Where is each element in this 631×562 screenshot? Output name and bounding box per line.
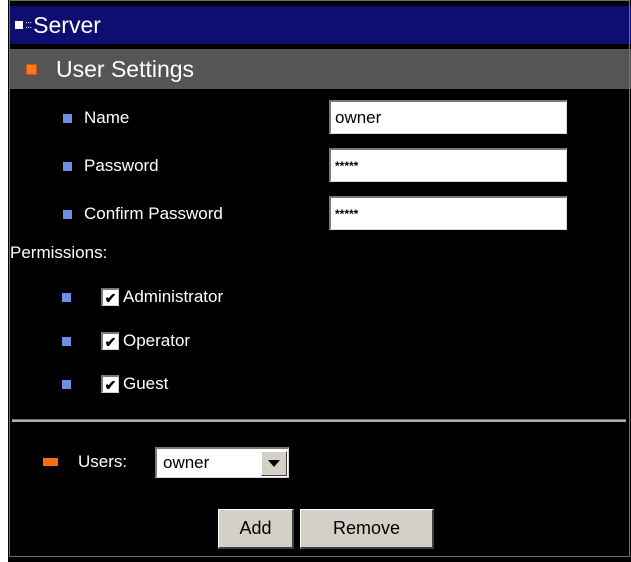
users-row: Users: owner: [0, 444, 400, 480]
section-bullet-icon: [26, 63, 37, 75]
bullet-icon: [62, 292, 71, 302]
permission-row-administrator: ✔ Administrator: [0, 282, 223, 312]
permission-row-guest: ✔ Guest: [0, 369, 168, 399]
window-titlebar: ::: Server: [9, 6, 631, 44]
operator-label: Operator: [123, 331, 191, 350]
name-row: Name: [0, 100, 129, 136]
bullet-icon: [62, 336, 71, 346]
password-field[interactable]: [329, 148, 567, 182]
password-label: Password: [84, 156, 159, 175]
window-title: Server: [33, 11, 101, 38]
chevron-down-icon[interactable]: [261, 450, 287, 476]
confirm-password-row: Confirm Password: [0, 196, 223, 232]
confirm-password-field[interactable]: [329, 196, 567, 230]
remove-button[interactable]: Remove: [300, 509, 434, 549]
guest-label: Guest: [123, 374, 169, 393]
name-label: Name: [84, 108, 130, 127]
administrator-checkbox[interactable]: ✔: [101, 288, 119, 306]
permission-row-operator: ✔ Operator: [0, 326, 190, 356]
users-select[interactable]: owner: [155, 447, 289, 478]
permissions-label: Permissions:: [10, 243, 108, 262]
section-header: User Settings: [9, 49, 631, 89]
bullet-icon: [63, 209, 72, 219]
password-row: Password: [0, 148, 159, 184]
users-bullet-icon: [43, 458, 58, 466]
guest-checkbox[interactable]: ✔: [101, 375, 119, 393]
grip-icon: :::: [25, 19, 32, 31]
administrator-label: Administrator: [123, 287, 224, 306]
bullet-icon: [63, 113, 72, 123]
bullet-icon: [62, 379, 71, 389]
bullet-icon: [63, 161, 72, 171]
add-button[interactable]: Add: [218, 509, 294, 549]
operator-checkbox[interactable]: ✔: [101, 332, 119, 350]
users-label: Users:: [78, 452, 128, 471]
divider: [12, 419, 626, 422]
name-field[interactable]: [329, 100, 567, 134]
confirm-password-label: Confirm Password: [84, 204, 223, 223]
users-selected-value: owner: [163, 453, 210, 472]
section-title: User Settings: [56, 55, 195, 82]
window-icon: [15, 21, 23, 29]
